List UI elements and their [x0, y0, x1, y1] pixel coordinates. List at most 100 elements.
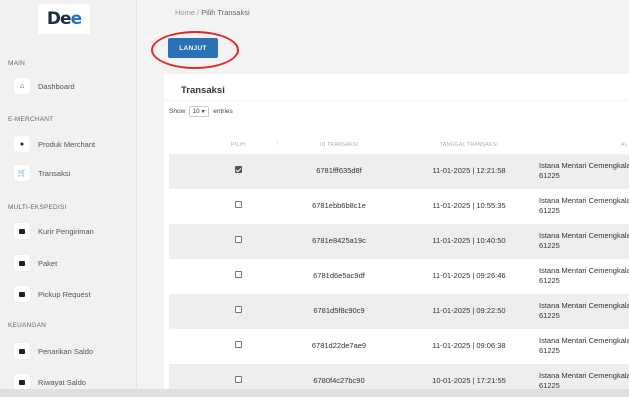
cell-id-transaksi: 6781d5f8c90c9 — [313, 306, 365, 315]
table-header: PILIH ↑ ID TRANSAKSI TANGGAL TRANSAKSI A… — [169, 137, 629, 154]
cell-tanggal: 11-01-2025 | 09:22:50 — [432, 306, 506, 315]
sidebar-item-riwayat-saldo[interactable]: Riwayat Saldo — [14, 374, 86, 390]
cell-tanggal: 11-01-2025 | 10:40:50 — [432, 236, 506, 245]
package-icon — [14, 255, 30, 271]
row-checkbox[interactable] — [235, 236, 242, 243]
pickup-icon — [14, 286, 30, 302]
cell-tanggal: 11-01-2025 | 09:26:46 — [432, 271, 506, 280]
address-line-1: Istana Mentari Cemengkalang — [539, 336, 629, 345]
table-row[interactable]: 6781ebb6b8c1e 11-01-2025 | 10:55:35 Istana… — [169, 189, 629, 224]
sort-icon[interactable]: ↑ — [276, 140, 279, 146]
address-line-1: Istana Mentari Cemengkalang — [539, 301, 629, 310]
cell-tanggal: 10-01-2025 | 17:21:55 — [432, 376, 506, 385]
address-line-1: Istana Mentari Cemengkalang — [539, 231, 629, 240]
show-label: Show — [169, 108, 186, 115]
address-line-2: 61225 — [539, 311, 560, 320]
cell-alamat: Istana Mentari Cemengkalang61225 — [539, 161, 629, 181]
table-row[interactable]: 6781d22de7ae9 11-01-2025 | 09:06:38 Istana… — [169, 329, 629, 364]
breadcrumb: Home / Pilih Transaksi — [175, 8, 250, 17]
entries-select[interactable]: 10 ▼ — [189, 106, 210, 117]
row-checkbox[interactable] — [235, 376, 242, 383]
cell-alamat: Istana Mentari Cemengkalang61225 — [539, 196, 629, 216]
cell-id-transaksi: 6781fff635d8f — [316, 166, 362, 175]
table-row[interactable]: 6781d5f8c90c9 11-01-2025 | 09:22:50 Istana… — [169, 294, 629, 329]
cell-alamat: Istana Mentari Cemengkalang61225 — [539, 301, 629, 321]
column-header-id[interactable]: ID TRANSAKSI — [289, 142, 389, 148]
table-body: 6781fff635d8f 11-01-2025 | 12:21:58 Istana… — [169, 154, 629, 397]
table-row[interactable]: 6781e8425a19c 11-01-2025 | 10:40:50 Istana… — [169, 224, 629, 259]
row-checkbox[interactable] — [235, 271, 242, 278]
sidebar-item-label: Pickup Request — [38, 289, 91, 299]
cell-tanggal: 11-01-2025 | 09:06:38 — [432, 341, 506, 350]
courier-icon — [14, 223, 30, 239]
row-checkbox[interactable] — [235, 341, 242, 348]
show-entries: Show 10 ▼ entries — [169, 106, 233, 117]
cell-id-transaksi: 6781d6e5ac9df — [313, 271, 365, 280]
lanjut-button[interactable]: LANJUT — [168, 38, 218, 58]
table-row[interactable]: 6781d6e5ac9df 11-01-2025 | 09:26:46 Istana… — [169, 259, 629, 294]
sidebar-item-label: Produk Merchant — [38, 139, 96, 149]
cell-id-transaksi: 6781e8425a19c — [312, 236, 366, 245]
cell-id-transaksi: 6781ebb6b8c1e — [312, 201, 366, 210]
sidebar-item-label: Paket — [38, 258, 58, 268]
address-line-2: 61225 — [539, 276, 560, 285]
section-label-emerchant: E-MERCHANT — [8, 116, 54, 123]
logo-text-blue: e — [70, 9, 82, 29]
address-line-1: Istana Mentari Cemengkalang — [539, 266, 629, 275]
address-line-1: Istana Mentari Cemengkalang — [539, 196, 629, 205]
breadcrumb-current: Pilih Transaksi — [201, 8, 250, 17]
sidebar-item-label: Dashboard — [38, 81, 75, 91]
address-line-2: 61225 — [539, 346, 560, 355]
sidebar-item-transaksi[interactable]: 🛒 Transaksi — [14, 165, 70, 181]
address-line-1: Istana Mentari Cemengkalang — [539, 371, 629, 380]
row-checkbox[interactable] — [235, 166, 242, 173]
section-label-multi-ekspedisi: MULTI-EKSPEDISI — [8, 204, 67, 211]
section-label-keuangan: KEUANGAN — [8, 322, 47, 329]
cart-icon: 🛒 — [14, 165, 30, 181]
entries-label: entries — [213, 108, 233, 115]
address-line-2: 61225 — [539, 171, 560, 180]
cell-alamat: Istana Mentari Cemengkalang61225 — [539, 231, 629, 251]
sidebar-item-penarikan-saldo[interactable]: Penarikan Saldo — [14, 343, 93, 359]
sidebar-item-label: Kurir Pengiriman — [38, 226, 94, 236]
row-checkbox[interactable] — [235, 306, 242, 313]
transaksi-card: Transaksi Show 10 ▼ entries PILIH ↑ ID TR… — [164, 74, 629, 397]
main-content: Home / Pilih Transaksi LANJUT Transaksi … — [137, 0, 629, 397]
column-header-pilih[interactable]: PILIH — [231, 142, 245, 148]
cell-alamat: Istana Mentari Cemengkalang61225 — [539, 336, 629, 356]
sidebar-item-kurir-pengiriman[interactable]: Kurir Pengiriman — [14, 223, 94, 239]
history-icon — [14, 374, 30, 390]
cell-alamat: Istana Mentari Cemengkalang61225 — [539, 371, 629, 391]
sidebar-item-label: Transaksi — [38, 168, 71, 178]
wallet-icon — [14, 343, 30, 359]
sidebar-item-dashboard[interactable]: ⌂ Dashboard — [14, 78, 75, 94]
cell-tanggal: 11-01-2025 | 10:55:35 — [432, 201, 506, 210]
chevron-down-icon: ▼ — [200, 108, 206, 115]
address-line-2: 61225 — [539, 241, 560, 250]
home-icon: ⌂ — [14, 78, 30, 94]
logo-text-dark: De — [46, 9, 72, 29]
transaksi-table: PILIH ↑ ID TRANSAKSI TANGGAL TRANSAKSI A… — [169, 137, 629, 397]
address-line-2: 61225 — [539, 206, 560, 215]
sidebar-item-pickup-request[interactable]: Pickup Request — [14, 286, 91, 302]
table-row[interactable]: 6781fff635d8f 11-01-2025 | 12:21:58 Istana… — [169, 154, 629, 189]
row-checkbox[interactable] — [235, 201, 242, 208]
column-header-tanggal[interactable]: TANGGAL TRANSAKSI — [414, 142, 524, 148]
cell-id-transaksi: 6780f4c27bc90 — [313, 376, 365, 385]
breadcrumb-separator: / — [197, 8, 200, 17]
box-icon: ● — [14, 136, 30, 152]
address-line-1: Istana Mentari Cemengkalang — [539, 161, 629, 170]
card-title: Transaksi — [181, 85, 225, 96]
sidebar: Dee MAIN ⌂ Dashboard E-MERCHANT ● Produk… — [0, 0, 137, 397]
breadcrumb-home[interactable]: Home — [175, 8, 195, 17]
sidebar-item-paket[interactable]: Paket — [14, 255, 57, 271]
logo[interactable]: Dee — [38, 4, 90, 34]
bottom-scrollbar[interactable] — [0, 389, 629, 397]
sidebar-item-produk-merchant[interactable]: ● Produk Merchant — [14, 136, 95, 152]
cell-tanggal: 11-01-2025 | 12:21:58 — [432, 166, 506, 175]
section-label-main: MAIN — [8, 60, 26, 67]
cell-id-transaksi: 6781d22de7ae9 — [311, 341, 367, 350]
cell-alamat: Istana Mentari Cemengkalang61225 — [539, 266, 629, 286]
sidebar-item-label: Riwayat Saldo — [38, 377, 86, 387]
column-header-alamat[interactable]: AL — [621, 142, 628, 148]
